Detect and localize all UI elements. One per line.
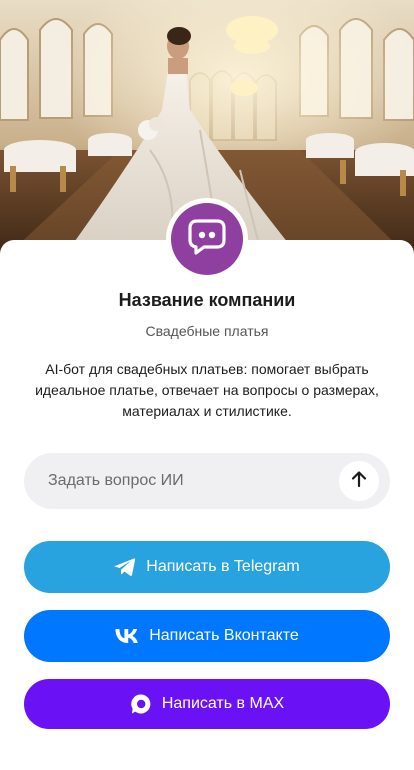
max-button[interactable]: Написать в MAX — [24, 679, 390, 729]
vk-icon — [115, 629, 139, 643]
max-button-label: Написать в MAX — [161, 695, 285, 712]
send-button[interactable] — [339, 461, 379, 501]
avatar-circle — [171, 203, 243, 275]
company-avatar — [166, 198, 248, 280]
ask-ai-field[interactable] — [24, 453, 390, 509]
telegram-button-label: Написать в Telegram — [146, 558, 300, 575]
telegram-button[interactable]: Написать в Telegram — [24, 541, 390, 593]
company-name: Название компании — [118, 290, 296, 310]
company-description: AI-бот для свадебных платьев: помогает в… — [35, 361, 379, 419]
telegram-icon — [114, 557, 136, 577]
max-icon — [130, 693, 152, 715]
chat-bubble-icon — [188, 218, 226, 260]
vk-button-label: Написать Вконтакте — [149, 627, 299, 644]
company-category: Свадебные платья — [145, 323, 269, 339]
vk-button[interactable]: Написать Вконтакте — [24, 610, 390, 662]
arrow-up-icon — [351, 470, 367, 493]
ask-ai-input[interactable] — [48, 472, 318, 490]
